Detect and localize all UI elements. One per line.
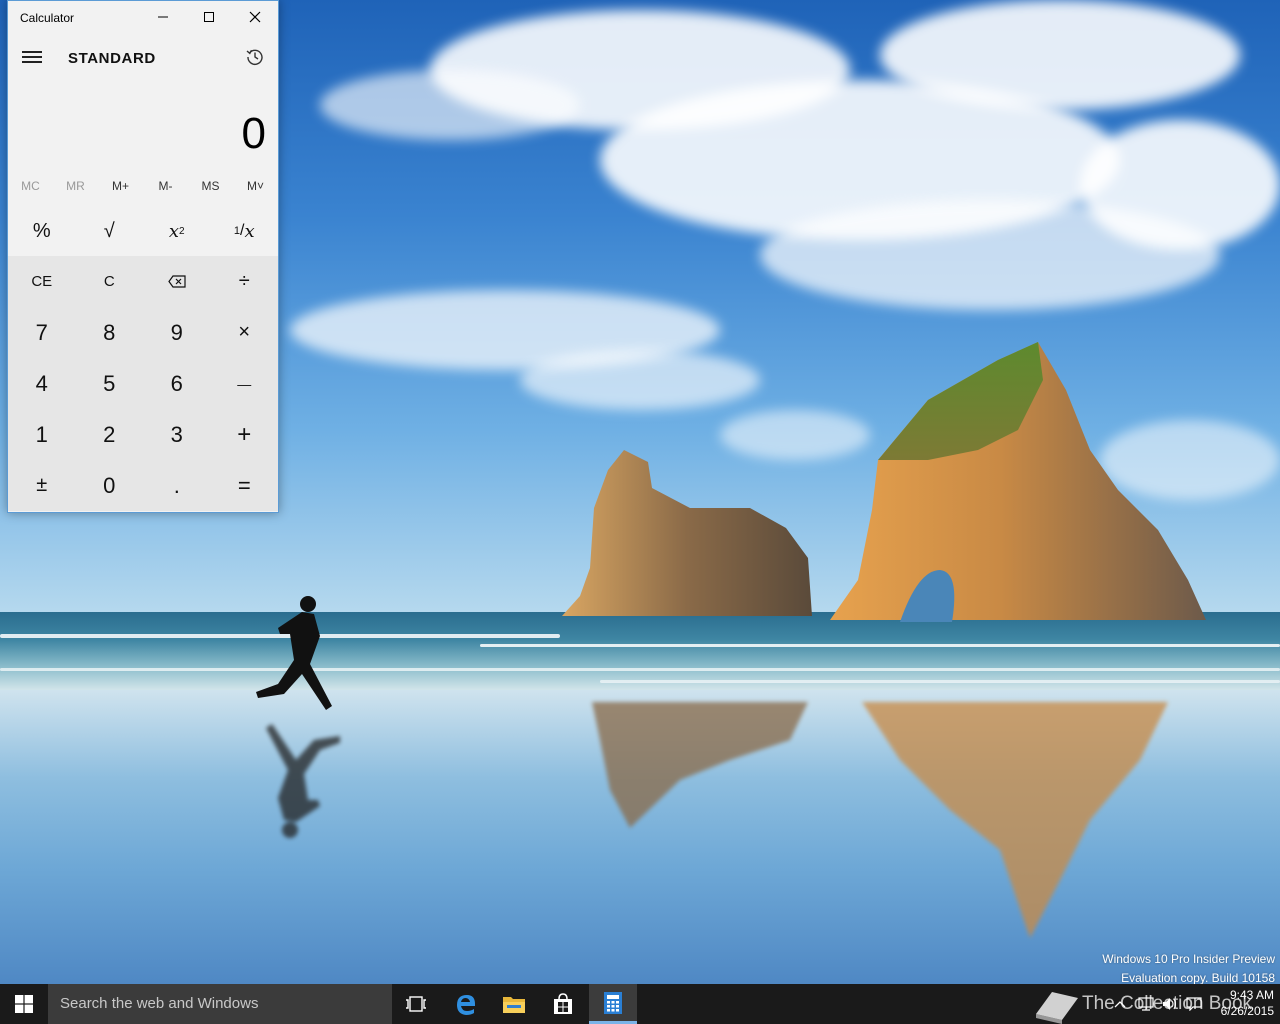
edge-browser-button[interactable] (442, 984, 490, 1024)
wave-foam (600, 680, 1280, 683)
result-display: 0 (8, 81, 278, 177)
notification-icon (1186, 997, 1202, 1011)
digit-6-button[interactable]: 6 (143, 358, 211, 409)
memory-add-button[interactable]: M+ (98, 177, 143, 203)
square-root-button[interactable]: √ (76, 206, 144, 256)
equals-button[interactable]: = (211, 460, 279, 511)
clear-button[interactable]: C (76, 256, 144, 307)
square-exponent: 2 (179, 225, 185, 237)
close-button[interactable] (232, 1, 278, 33)
calculator-window[interactable]: Calculator STANDARD 0 MC MR M+ M- MS M˅ (7, 0, 279, 513)
wallpaper-cloud (320, 70, 580, 140)
subtract-button[interactable]: — (211, 358, 279, 409)
add-button[interactable]: + (211, 409, 279, 460)
store-bag-icon (554, 993, 572, 1014)
backspace-button[interactable] (143, 256, 211, 307)
clock-time: 9:43 AM (1229, 988, 1274, 1002)
search-box[interactable]: Search the web and Windows (48, 984, 392, 1024)
keypad-row: 4 5 6 — (8, 358, 278, 409)
calculator-taskbar-button[interactable] (589, 984, 637, 1024)
speaker-icon (1163, 998, 1177, 1010)
keypad-row: ± 0 . = (8, 460, 278, 511)
minimize-button[interactable] (140, 1, 186, 33)
keypad-row: 1 2 3 + (8, 409, 278, 460)
book-logo-icon (1036, 992, 1078, 1024)
display-value: 0 (241, 109, 266, 158)
right-rock (830, 342, 1206, 622)
maximize-icon (204, 12, 214, 22)
digit-8-button[interactable]: 8 (76, 307, 144, 358)
reciprocal-denominator: x (244, 220, 255, 242)
wave-foam (0, 668, 1280, 671)
memory-store-button[interactable]: MS (188, 177, 233, 203)
wallpaper-cloud (880, 0, 1240, 110)
task-view-button[interactable] (392, 984, 440, 1024)
minimize-icon (158, 16, 168, 18)
memory-row: MC MR M+ M- MS M˅ (8, 177, 278, 203)
calculator-icon (604, 991, 622, 1014)
rock-reflection (592, 702, 808, 828)
square-base: x (168, 220, 180, 242)
digit-0-button[interactable]: 0 (76, 460, 144, 511)
digit-5-button[interactable]: 5 (76, 358, 144, 409)
watermark-edition: Windows 10 Pro Insider Preview (1102, 952, 1275, 966)
wallpaper-cloud (1080, 120, 1280, 250)
chevron-up-icon (1114, 1001, 1126, 1008)
window-title: Calculator (20, 11, 75, 25)
show-hidden-icons-button[interactable] (1110, 984, 1130, 1024)
wave-foam (480, 644, 1280, 647)
file-explorer-button[interactable] (490, 984, 538, 1024)
action-center-button[interactable] (1182, 984, 1206, 1024)
digit-7-button[interactable]: 7 (8, 307, 76, 358)
task-view-icon (406, 996, 426, 1012)
rock-reflection (862, 702, 1168, 938)
folder-icon (503, 997, 525, 1013)
keypad-row: CE C ÷ (8, 256, 278, 307)
digit-4-button[interactable]: 4 (8, 358, 76, 409)
digit-3-button[interactable]: 3 (143, 409, 211, 460)
windows-logo-icon (15, 995, 33, 1013)
mode-title: STANDARD (68, 50, 156, 67)
negate-button[interactable]: ± (8, 460, 76, 511)
wallpaper-cloud (520, 350, 760, 410)
keypad-row: % √ x2 1/x (8, 206, 278, 256)
title-bar[interactable]: Calculator (8, 1, 278, 35)
reciprocal-button[interactable]: 1/x (211, 206, 279, 256)
clear-entry-button[interactable]: CE (8, 256, 76, 307)
digit-1-button[interactable]: 1 (8, 409, 76, 460)
digit-9-button[interactable]: 9 (143, 307, 211, 358)
runner-silhouette (256, 596, 332, 710)
hamburger-icon[interactable] (22, 49, 42, 65)
keypad-row: 7 8 9 × (8, 307, 278, 358)
memory-clear-button[interactable]: MC (8, 177, 53, 203)
backspace-icon (168, 275, 186, 288)
taskbar-clock[interactable]: 9:43 AM 6/26/2015 (1206, 987, 1274, 1019)
calculator-header: STANDARD (8, 35, 278, 81)
network-button[interactable] (1134, 984, 1158, 1024)
edge-browser-icon (457, 995, 475, 1015)
runner-reflection (266, 724, 340, 838)
memory-list-button[interactable]: M˅ (233, 177, 278, 203)
evaluation-watermark: Windows 10 Pro Insider Preview Evaluatio… (1102, 950, 1275, 988)
percent-button[interactable]: % (8, 206, 76, 256)
square-button[interactable]: x2 (143, 206, 211, 256)
volume-button[interactable] (1158, 984, 1182, 1024)
store-button[interactable] (539, 984, 587, 1024)
network-icon (1138, 997, 1154, 1011)
keypad: % √ x2 1/x CE C ÷ 7 8 9 × 4 5 6 — 1 2 3 … (8, 206, 278, 511)
history-icon[interactable] (245, 47, 265, 67)
decimal-button[interactable]: . (143, 460, 211, 511)
memory-subtract-button[interactable]: M- (143, 177, 188, 203)
taskbar: Search the web and Windows The Collectio… (0, 984, 1280, 1024)
memory-recall-button[interactable]: MR (53, 177, 98, 203)
close-icon (249, 11, 261, 23)
digit-2-button[interactable]: 2 (76, 409, 144, 460)
maximize-button[interactable] (186, 1, 232, 33)
clock-date: 6/26/2015 (1220, 1004, 1274, 1018)
start-button[interactable] (0, 984, 48, 1024)
multiply-button[interactable]: × (211, 307, 279, 358)
left-rock (562, 450, 812, 616)
divide-button[interactable]: ÷ (211, 256, 279, 307)
